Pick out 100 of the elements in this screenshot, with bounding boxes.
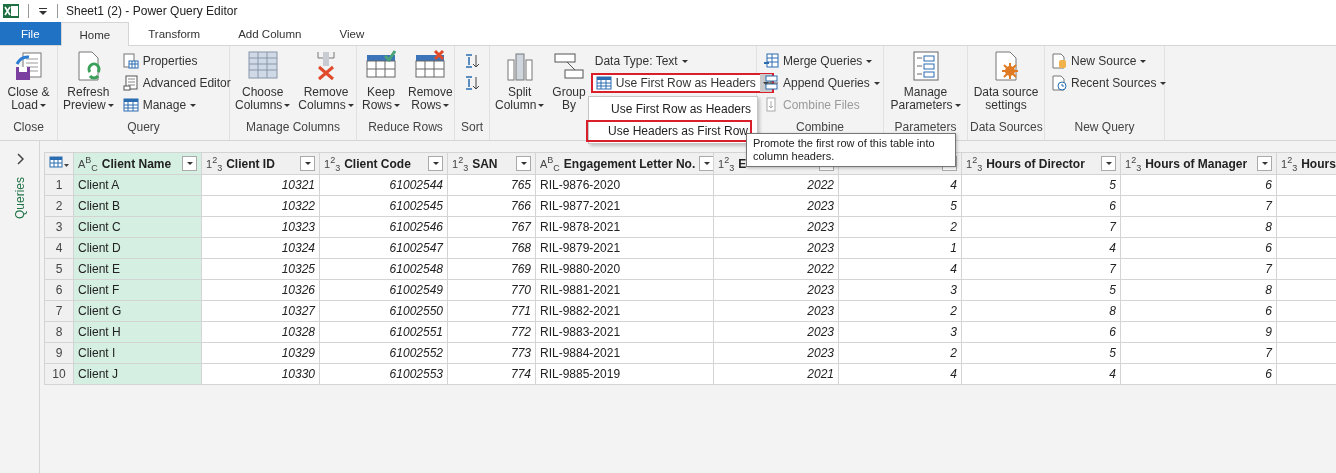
table-cell: 10321 (201, 174, 320, 196)
group-label: Data Sources (970, 120, 1042, 136)
table-cell: 2023 (713, 279, 839, 301)
window-title: Sheet1 (2) - Power Query Editor (66, 4, 238, 18)
table-cell: 2023 (713, 216, 839, 238)
table-cell: 61002544 (319, 174, 448, 196)
table-cell: RIL-9883-2021 (535, 321, 714, 343)
table-cell: 10323 (201, 216, 320, 238)
table-cell: 767 (447, 216, 536, 238)
table-cell: 7 (1120, 258, 1277, 280)
table-cell: 2023 (713, 342, 839, 364)
table-cell: 771 (447, 300, 536, 322)
table-cell: RIL-9878-2021 (535, 216, 714, 238)
table-cell: 5 (961, 174, 1121, 196)
table-cell: RIL-9885-2019 (535, 363, 714, 385)
table-cell: 2 (838, 300, 962, 322)
table-cell: 2023 (713, 300, 839, 322)
table-cell: 10326 (201, 279, 320, 301)
group-label: Close (12, 120, 45, 136)
table-cell: 4 (838, 174, 962, 196)
table-cell: 6 (1120, 363, 1277, 385)
group-label: Sort (460, 120, 484, 136)
table-cell: RIL-9876-2020 (535, 174, 714, 196)
table-cell: 4 (961, 363, 1121, 385)
table-cell: 2023 (713, 237, 839, 259)
table-cell: 2022 (713, 258, 839, 280)
column-name: SAN (472, 156, 499, 171)
row-number: 10 (44, 363, 74, 385)
table-cell: 10329 (201, 342, 320, 364)
table-cell: 61002549 (319, 279, 448, 301)
column-name: Engagement Letter No. (563, 156, 696, 171)
table-cell: 61002553 (319, 363, 448, 385)
table-cell: 6 (961, 321, 1121, 343)
table-cell: 774 (447, 363, 536, 385)
column-name: Client Name (101, 156, 173, 171)
table-cell: 10324 (201, 237, 320, 259)
group-label: New Query (1073, 120, 1136, 136)
table-cell: 770 (447, 279, 536, 301)
group-label: Query (126, 120, 161, 136)
table-cell: 8 (1120, 279, 1277, 301)
table-cell: 5 (961, 279, 1121, 301)
table-cell: 4 (961, 237, 1121, 259)
group-label: Parameters (893, 120, 958, 136)
row-number: 9 (44, 342, 74, 364)
ribbon-button: Combine Files (759, 95, 864, 115)
row-number: 1 (44, 174, 74, 196)
table-cell: 10325 (201, 258, 320, 280)
table-cell: 7 (1120, 195, 1277, 217)
table-cell: RIL-9881-2021 (535, 279, 714, 301)
table-cell: 61002546 (319, 216, 448, 238)
table-cell: 61002550 (319, 300, 448, 322)
table-cell: 61002552 (319, 342, 448, 364)
table-cell: 2 (838, 216, 962, 238)
column-name: Client ID (226, 156, 276, 171)
table-cell: 6 (1120, 300, 1277, 322)
table-cell: RIL-9877-2021 (535, 195, 714, 217)
table-cell: 10330 (201, 363, 320, 385)
column-name: Hours of Director (986, 156, 1086, 171)
table-cell: RIL-9882-2021 (535, 300, 714, 322)
table-cell: 4 (838, 363, 962, 385)
table-cell: RIL-9880-2020 (535, 258, 714, 280)
group-label: Reduce Rows (367, 120, 444, 136)
table-cell: 8 (1120, 216, 1277, 238)
table-cell: 7 (1120, 342, 1277, 364)
table-cell: 769 (447, 258, 536, 280)
table-cell: 5 (838, 195, 962, 217)
table-cell: 61002551 (319, 321, 448, 343)
table-cell: 2023 (713, 321, 839, 343)
row-number: 6 (44, 279, 74, 301)
row-number: 7 (44, 300, 74, 322)
table-cell: RIL-9884-2021 (535, 342, 714, 364)
tooltip: Promote the first row of this table into column headers. (746, 133, 956, 167)
table-cell: 10327 (201, 300, 320, 322)
column-name: Client Code (344, 156, 412, 171)
table-cell: 10322 (201, 195, 320, 217)
column-name: Hours of Manager (1145, 156, 1249, 171)
table-cell: 773 (447, 342, 536, 364)
table-cell: 7 (961, 258, 1121, 280)
table-cell: 3 (838, 279, 962, 301)
column-name: Hours (1301, 156, 1336, 171)
table-cell: 765 (447, 174, 536, 196)
group-label: Combine (795, 120, 845, 136)
table-cell: RIL-9879-2021 (535, 237, 714, 259)
table-cell: 766 (447, 195, 536, 217)
table-cell: 768 (447, 237, 536, 259)
table-cell: 1 (838, 237, 962, 259)
table-cell: 2 (838, 342, 962, 364)
table-cell: 6 (1120, 174, 1277, 196)
group-label: Manage Columns (244, 120, 342, 136)
table-cell: 61002545 (319, 195, 448, 217)
table-cell: 3 (838, 321, 962, 343)
table-cell: 4 (838, 258, 962, 280)
table-cell: 61002548 (319, 258, 448, 280)
table-cell: 772 (447, 321, 536, 343)
table-cell: 9 (1120, 321, 1277, 343)
table-cell: 2022 (713, 174, 839, 196)
table-cell: 2021 (713, 363, 839, 385)
row-number: 5 (44, 258, 74, 280)
row-number: 2 (44, 195, 74, 217)
table-cell: 6 (1120, 237, 1277, 259)
